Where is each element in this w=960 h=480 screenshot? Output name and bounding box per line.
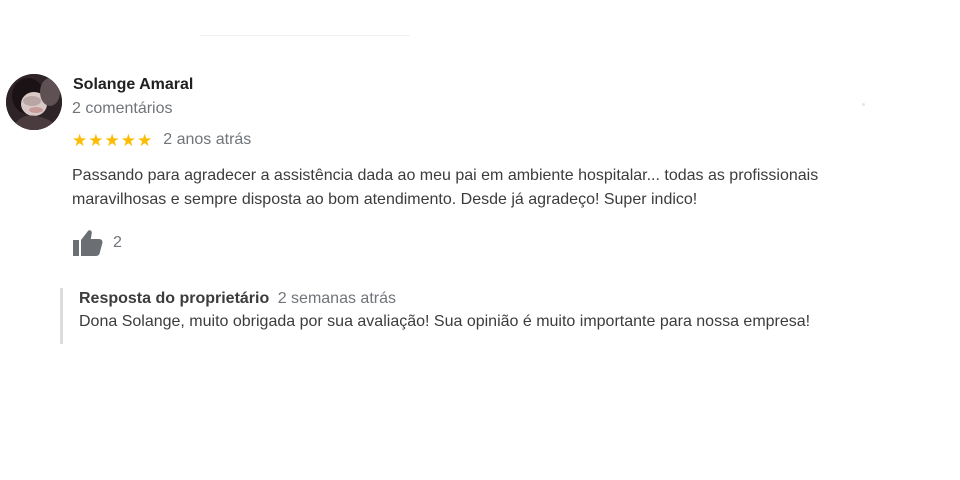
decorative-dot bbox=[862, 103, 865, 106]
owner-reply-time: 2 semanas atrás bbox=[277, 290, 396, 307]
thumbs-up-icon[interactable] bbox=[72, 228, 104, 258]
star-icon: ★ bbox=[72, 130, 88, 150]
star-icon: ★ bbox=[120, 130, 136, 150]
review-text: Passando para agradecer a assistência da… bbox=[72, 167, 819, 208]
star-icon: ★ bbox=[137, 130, 153, 150]
rating-row: ★ ★ ★ ★ ★ 2 anos atrás bbox=[72, 130, 251, 150]
owner-reply-text: Dona Solange, muito obrigada por sua ava… bbox=[79, 313, 811, 330]
owner-reply: Resposta do proprietário 2 semanas atrás… bbox=[60, 288, 940, 344]
review-card: Solange Amaral 2 comentários ★ ★ ★ ★ ★ 2… bbox=[0, 0, 960, 480]
like-count: 2 bbox=[113, 234, 122, 251]
star-icon: ★ bbox=[88, 130, 104, 150]
review-time: 2 anos atrás bbox=[163, 131, 252, 148]
owner-reply-title: Resposta do proprietário bbox=[79, 290, 270, 307]
author-name[interactable]: Solange Amaral bbox=[73, 76, 193, 94]
avatar-photo-icon bbox=[6, 74, 62, 130]
like-row: 2 bbox=[72, 228, 122, 258]
star-rating: ★ ★ ★ ★ ★ bbox=[72, 132, 152, 149]
star-icon: ★ bbox=[104, 130, 120, 150]
author-review-count[interactable]: 2 comentários bbox=[72, 100, 173, 118]
avatar[interactable] bbox=[6, 74, 62, 130]
owner-reply-header: Resposta do proprietário 2 semanas atrás bbox=[79, 288, 940, 310]
